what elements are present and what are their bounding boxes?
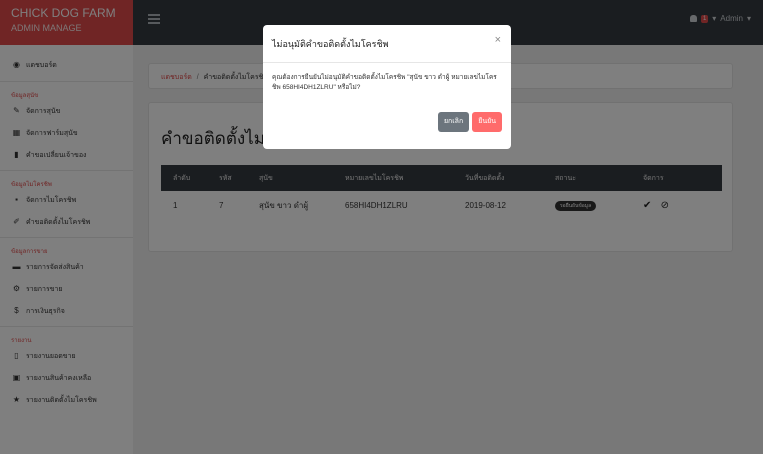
close-icon[interactable]: ×	[495, 34, 501, 46]
reject-confirm-dialog: ไม่อนุมัติคำขอติดตั้งไมโครชิพ × คุณต้องก…	[263, 25, 511, 149]
cancel-button[interactable]: ยกเลิก	[437, 112, 470, 132]
modal-footer: ยกเลิก ยืนยัน	[437, 112, 502, 132]
modal-message: คุณต้องการยืนยันไม่อนุมัติคำขอติดตั้งไมโ…	[272, 74, 497, 91]
modal-header: ไม่อนุมัติคำขอติดตั้งไมโครชิพ ×	[263, 25, 511, 63]
confirm-button[interactable]: ยืนยัน	[472, 112, 502, 132]
modal-title: ไม่อนุมัติคำขอติดตั้งไมโครชิพ	[272, 39, 389, 49]
